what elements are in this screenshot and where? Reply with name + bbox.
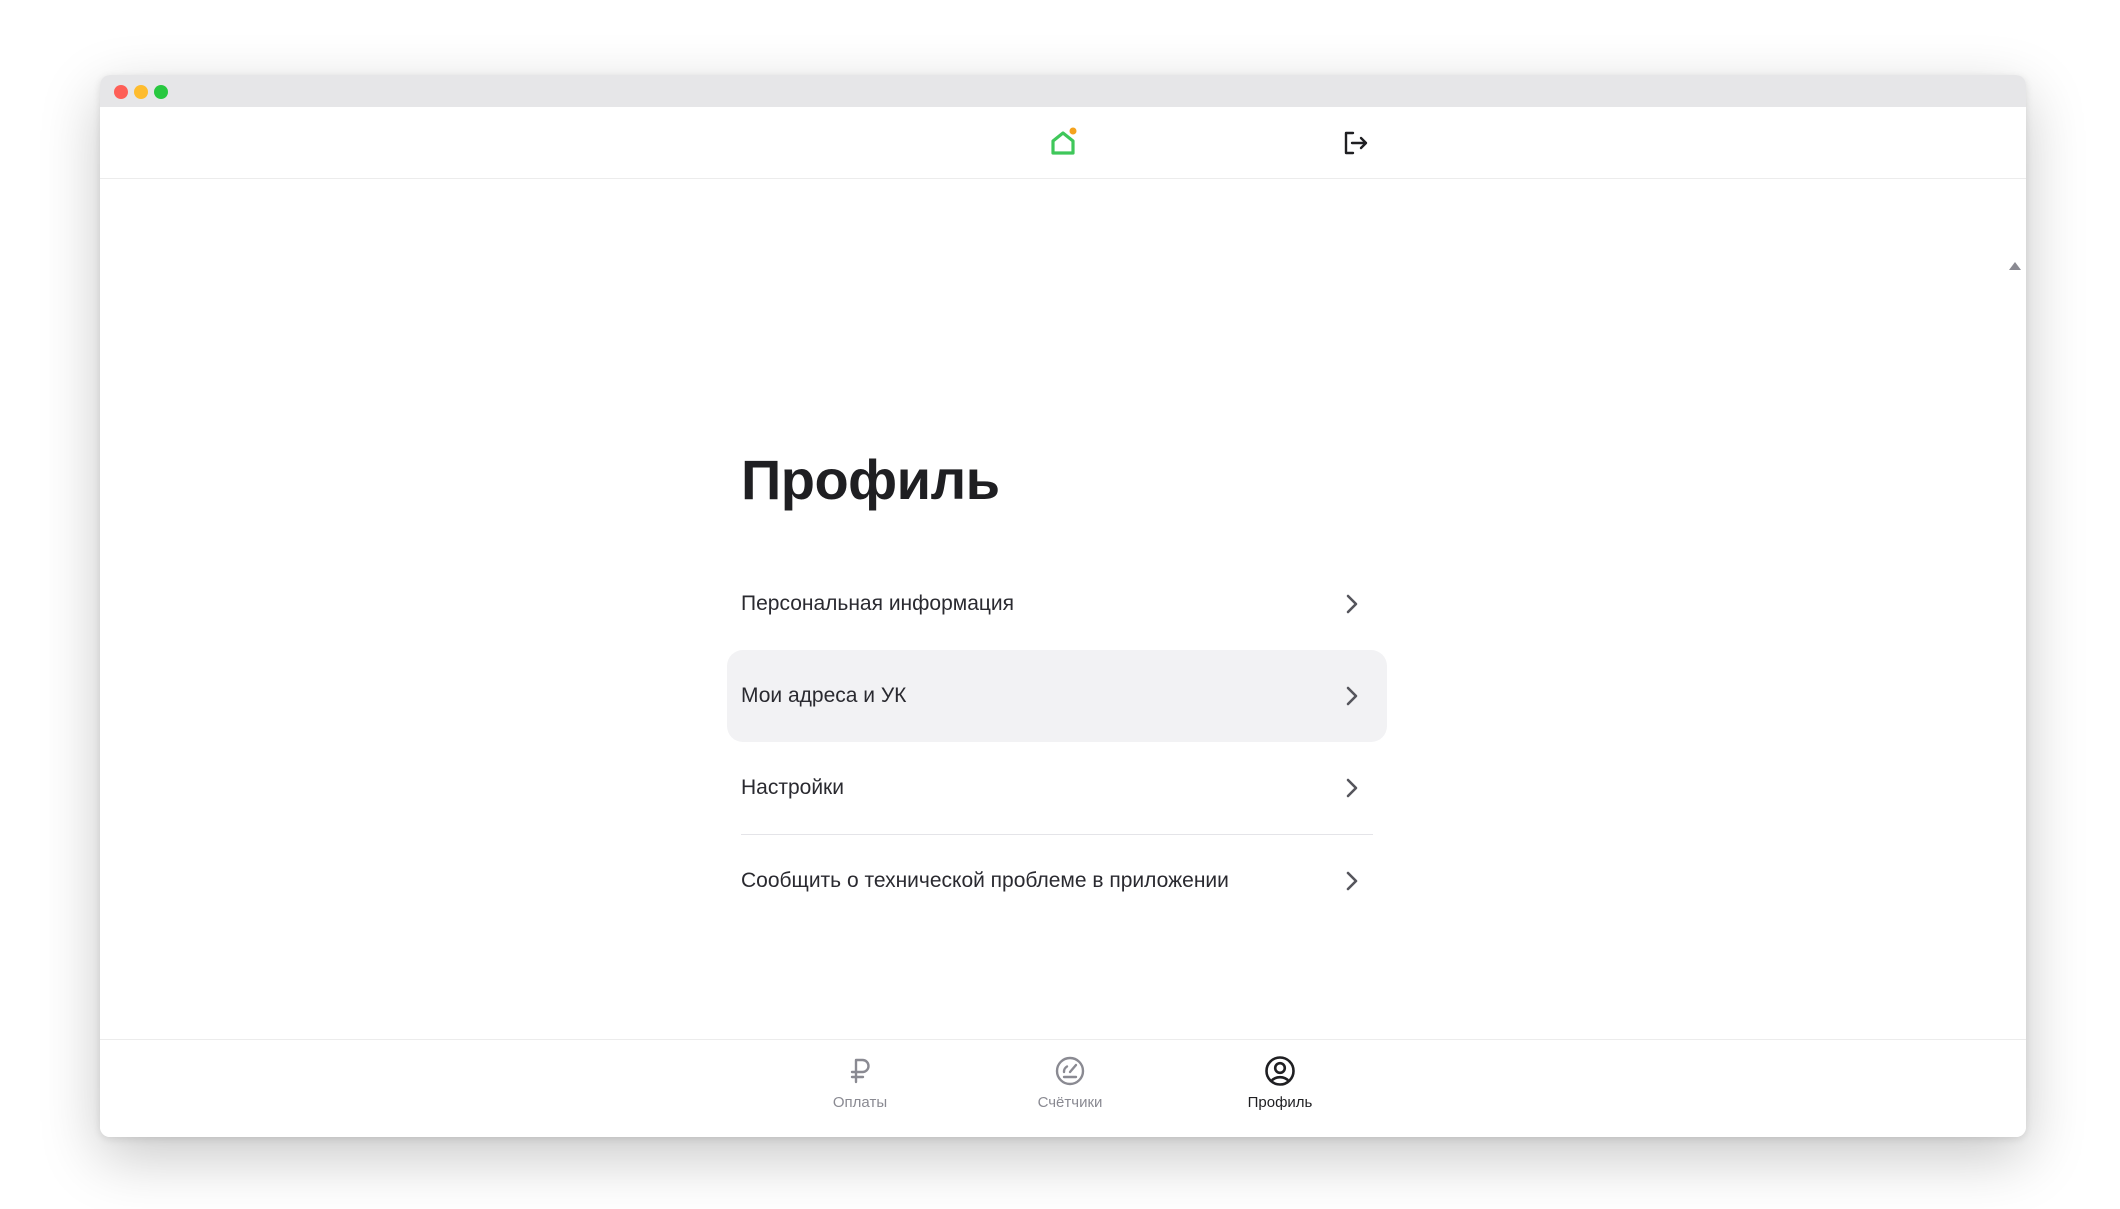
app-header: [100, 107, 2026, 179]
tab-meters[interactable]: Счётчики: [1000, 1054, 1140, 1126]
tab-payments[interactable]: Оплаты: [790, 1054, 930, 1126]
logout-icon[interactable]: [1340, 127, 1372, 159]
window-close-button[interactable]: [114, 85, 128, 99]
menu-item-addresses[interactable]: Мои адреса и УК: [727, 650, 1387, 742]
tab-profile[interactable]: Профиль: [1210, 1054, 1350, 1126]
menu-item-label: Персональная информация: [741, 592, 1015, 615]
menu-item-personal-info[interactable]: Персональная информация: [727, 558, 1387, 650]
window-minimize-button[interactable]: [134, 85, 148, 99]
menu-item-label: Настройки: [741, 776, 844, 799]
tab-label: Оплаты: [832, 1094, 888, 1111]
user-circle-icon: [1265, 1056, 1295, 1086]
chevron-right-icon: [1346, 778, 1358, 798]
page-title: Профиль: [741, 448, 1000, 511]
meter-icon: [1055, 1056, 1085, 1086]
menu-item-report-problem[interactable]: Сообщить о технической проблеме в прилож…: [727, 835, 1387, 927]
chevron-right-icon: [1346, 594, 1358, 614]
window-titlebar: [100, 75, 2026, 107]
tab-label: Профиль: [1247, 1094, 1313, 1111]
scroll-up-arrow-icon[interactable]: [2008, 260, 2022, 272]
main-content: Профиль Персональная информация Мои адре…: [100, 180, 2026, 1116]
menu-item-label: Мои адреса и УК: [741, 684, 907, 707]
tab-label: Счётчики: [1037, 1094, 1103, 1111]
chevron-right-icon: [1346, 871, 1358, 891]
bottom-tab-bar: Оплаты Счётчики Профиль: [100, 1039, 2026, 1137]
window-maximize-button[interactable]: [154, 85, 168, 99]
app-window: Профиль Персональная информация Мои адре…: [100, 75, 2026, 1137]
menu-item-label: Сообщить о технической проблеме в прилож…: [741, 869, 1229, 892]
chevron-right-icon: [1346, 686, 1358, 706]
menu-item-settings[interactable]: Настройки: [727, 742, 1387, 834]
house-icon[interactable]: [1046, 125, 1080, 159]
ruble-icon: [850, 1058, 870, 1084]
